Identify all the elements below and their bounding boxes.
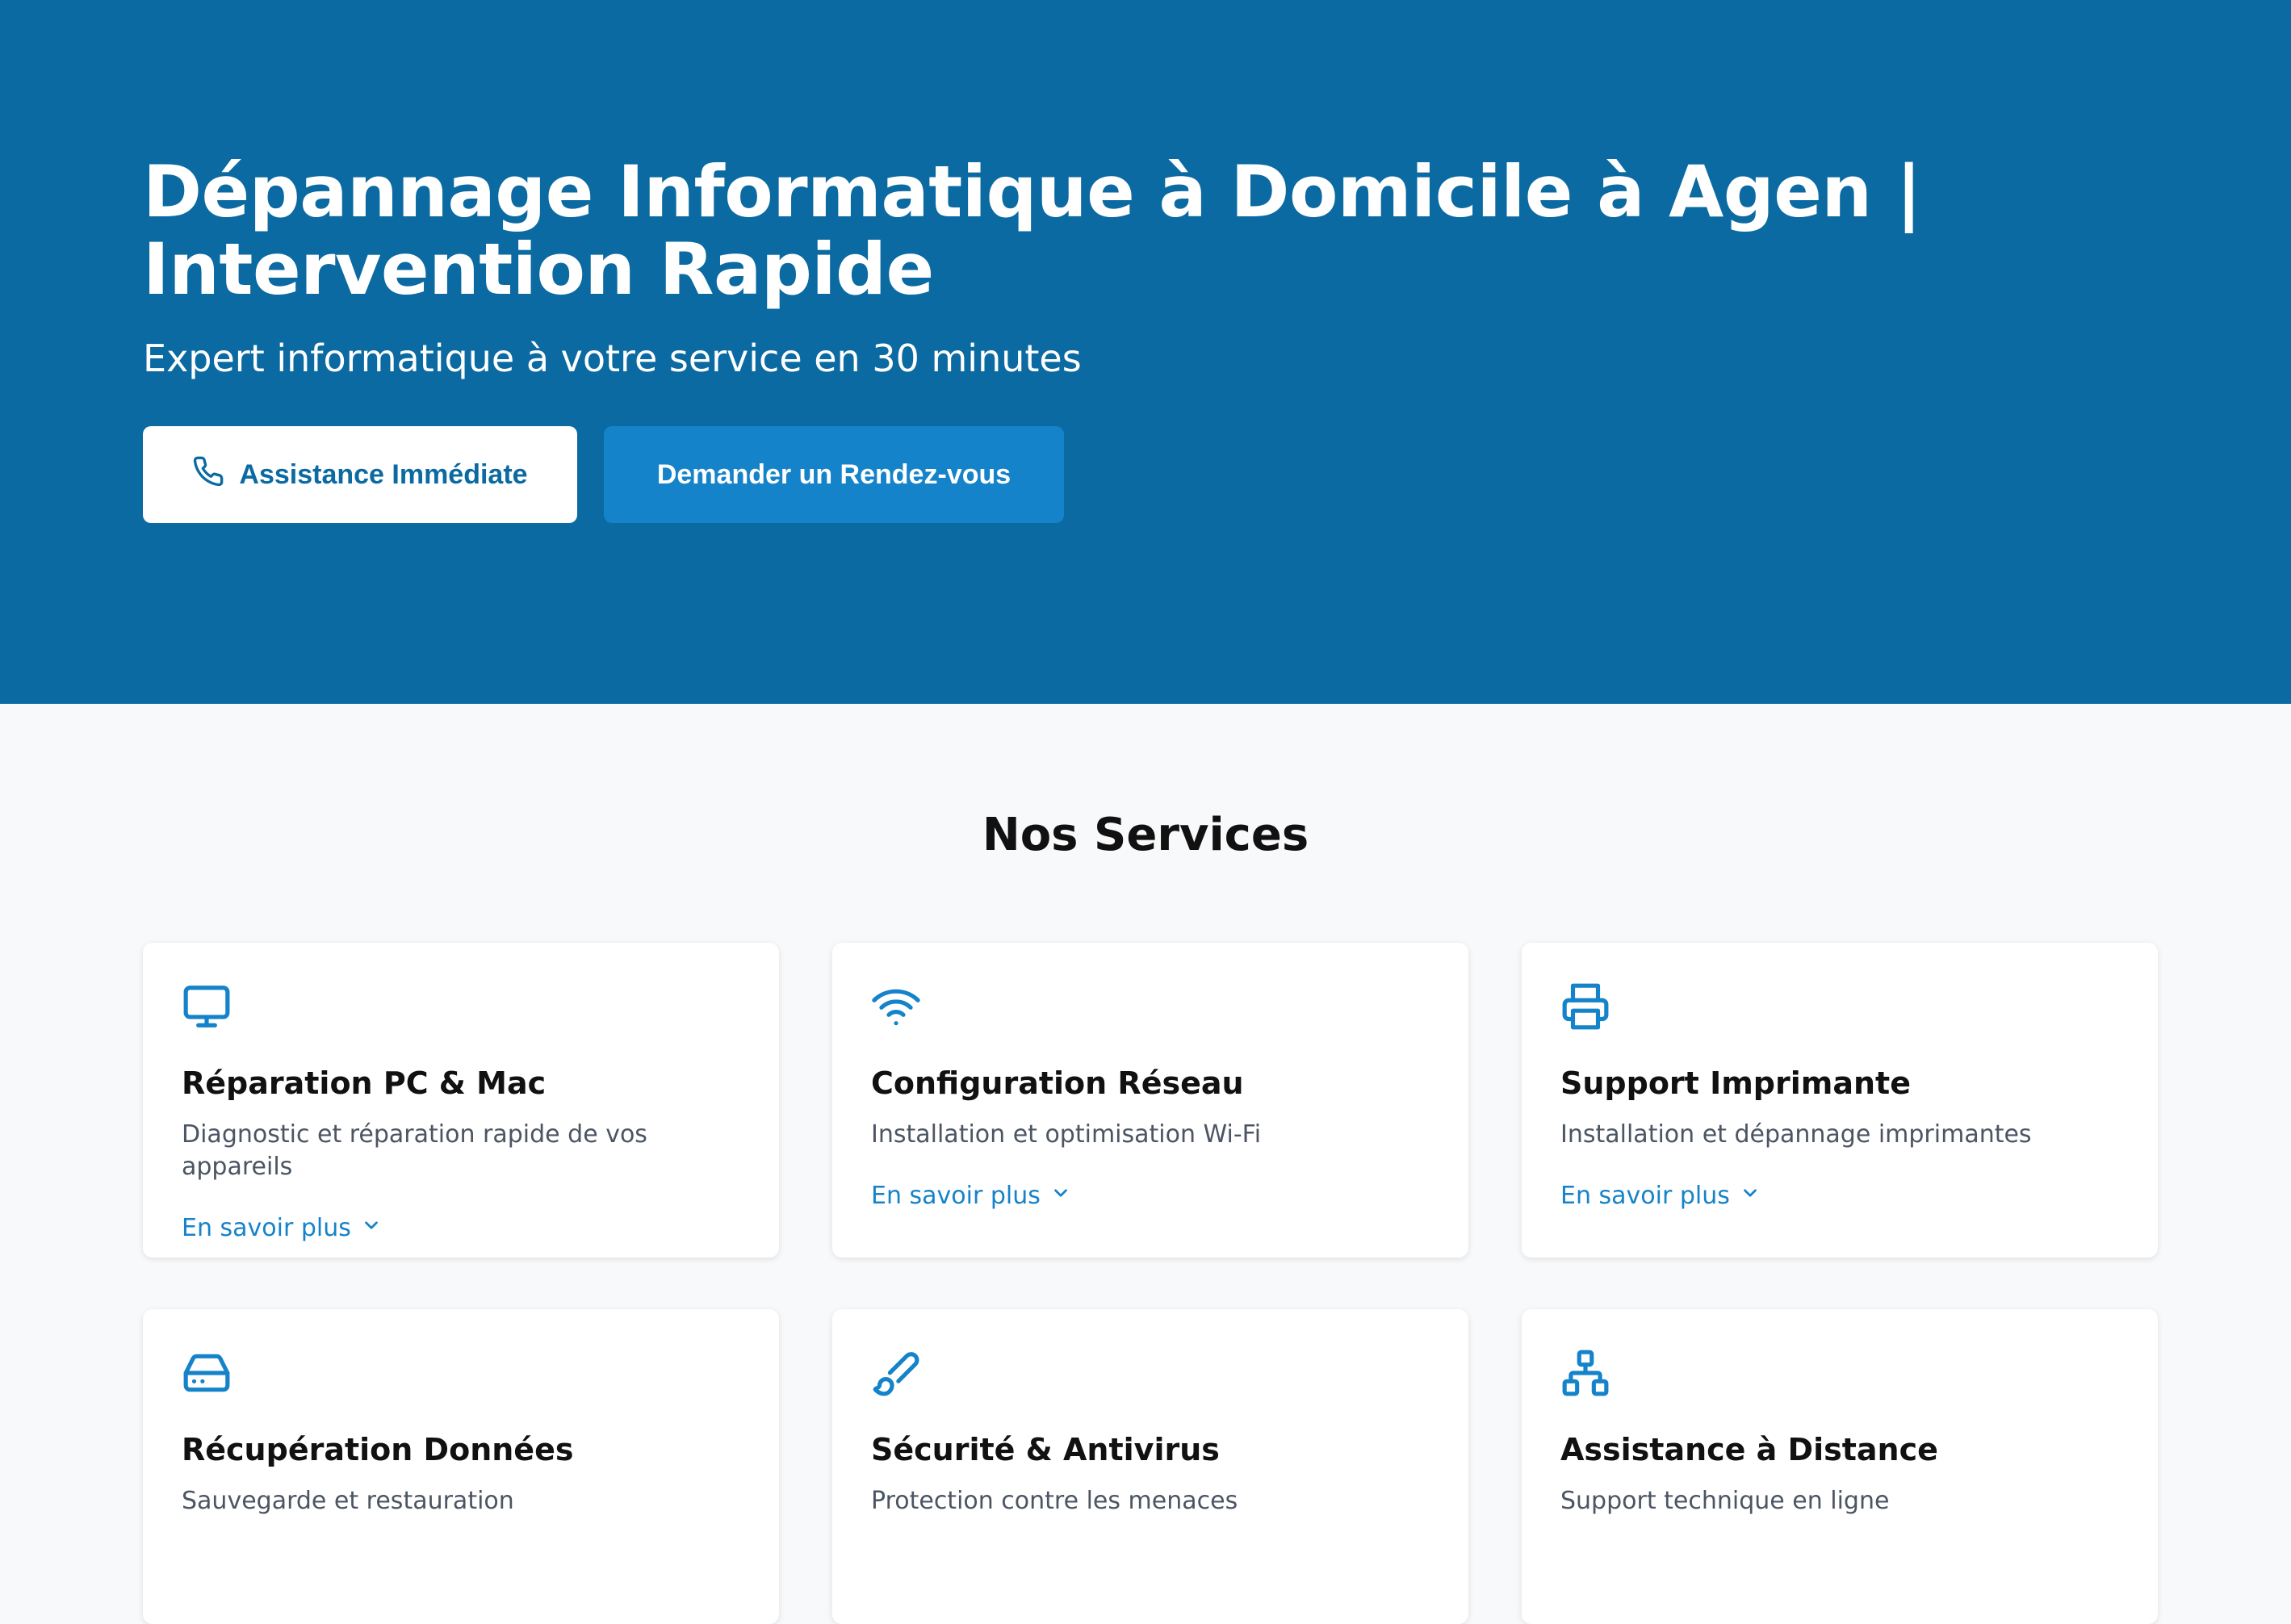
service-title: Récupération Données: [182, 1432, 574, 1467]
service-card-security-antivirus: Sécurité & Antivirus Protection contre l…: [832, 1309, 1468, 1624]
request-appointment-button[interactable]: Demander un Rendez-vous: [604, 426, 1064, 523]
learn-more-link[interactable]: En savoir plus: [871, 1182, 1071, 1210]
service-card-pc-repair: Réparation PC & Mac Diagnostic et répara…: [143, 943, 779, 1258]
wifi-icon: [871, 982, 921, 1032]
service-title: Configuration Réseau: [871, 1065, 1244, 1101]
page-title-line1: Dépannage Informatique à Domicile à Agen…: [143, 150, 1922, 233]
service-description: Protection contre les menaces: [871, 1487, 1238, 1515]
learn-more-link[interactable]: En savoir plus: [1560, 1182, 1761, 1210]
phone-icon: [192, 455, 224, 495]
cta-row: Assistance Immédiate Demander un Rendez-…: [143, 426, 2000, 523]
hero-content: Dépannage Informatique à Domicile à Agen…: [143, 153, 2000, 523]
service-card-remote-assistance: Assistance à Distance Support technique …: [1522, 1309, 2158, 1624]
service-description: Diagnostic et réparation rapide de vos a…: [182, 1120, 647, 1181]
service-description: Support technique en ligne: [1560, 1487, 1890, 1515]
monitor-icon: [182, 982, 232, 1032]
network-icon: [1560, 1348, 1610, 1398]
service-description: Sauvegarde et restauration: [182, 1487, 514, 1515]
service-card-network-config: Configuration Réseau Installation et opt…: [832, 943, 1468, 1258]
chevron-down-icon: [1050, 1182, 1071, 1210]
service-description: Installation et optimisation Wi-Fi: [871, 1120, 1262, 1149]
brush-icon: [871, 1348, 921, 1398]
learn-more-label: En savoir plus: [182, 1214, 351, 1242]
service-description: Installation et dépannage imprimantes: [1560, 1120, 2032, 1149]
learn-more-link[interactable]: En savoir plus: [182, 1214, 382, 1242]
services-heading: Nos Services: [982, 809, 1309, 861]
learn-more-label: En savoir plus: [871, 1182, 1041, 1210]
services-section: Nos Services Réparation PC & Mac Diagnos…: [0, 704, 2291, 1624]
hero-section: Dépannage Informatique à Domicile à Agen…: [0, 0, 2291, 704]
page-title-line2: Intervention Rapide: [143, 228, 934, 311]
service-title: Sécurité & Antivirus: [871, 1432, 1220, 1467]
request-appointment-label: Demander un Rendez-vous: [656, 458, 1011, 490]
immediate-assistance-button[interactable]: Assistance Immédiate: [143, 426, 577, 523]
service-card-printer-support: Support Imprimante Installation et dépan…: [1522, 943, 2158, 1258]
services-grid: Réparation PC & Mac Diagnostic et répara…: [143, 943, 2158, 1624]
learn-more-label: En savoir plus: [1560, 1182, 1730, 1210]
service-title: Réparation PC & Mac: [182, 1065, 547, 1101]
page-title: Dépannage Informatique à Domicile à Agen…: [143, 153, 2000, 308]
hero-subtitle: Expert informatique à votre service en 3…: [143, 337, 1082, 380]
service-title: Assistance à Distance: [1560, 1432, 1938, 1467]
service-title: Support Imprimante: [1560, 1065, 1911, 1101]
chevron-down-icon: [1740, 1182, 1761, 1210]
printer-icon: [1560, 982, 1610, 1032]
service-card-data-recovery: Récupération Données Sauvegarde et resta…: [143, 1309, 779, 1624]
chevron-down-icon: [361, 1214, 382, 1242]
hard-drive-icon: [182, 1348, 232, 1398]
immediate-assistance-label: Assistance Immédiate: [239, 458, 528, 490]
